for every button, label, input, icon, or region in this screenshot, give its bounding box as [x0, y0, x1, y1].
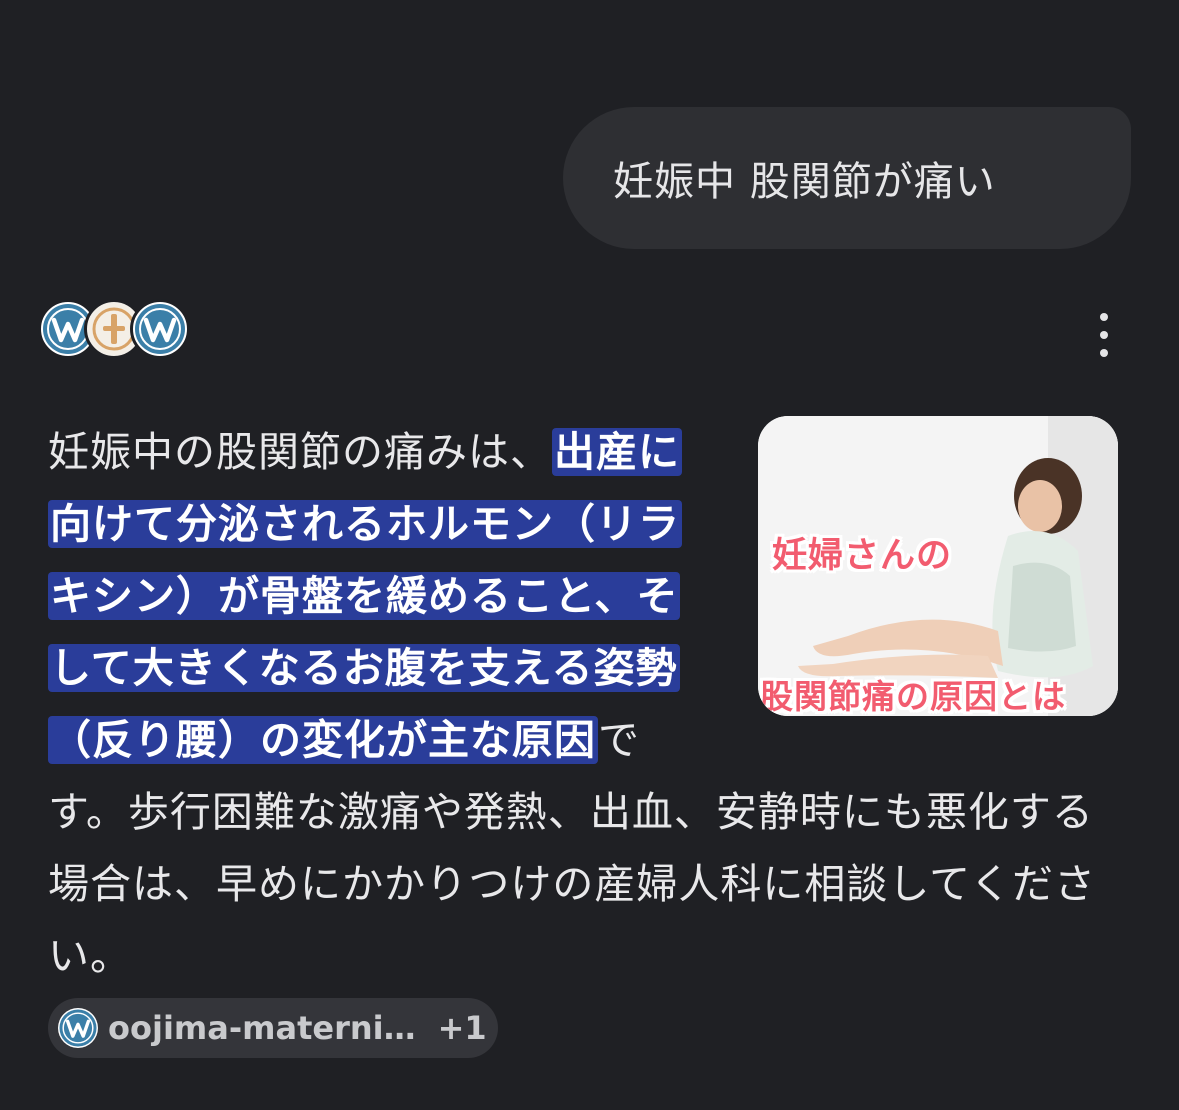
- wordpress-icon[interactable]: [130, 299, 190, 359]
- ai-answer-screen: 妊娠中 股関節が痛い 妊婦さんの 股関節痛の原因とは 妊娠中の股関節の痛みは、出…: [0, 0, 1179, 1110]
- source-favicons[interactable]: [38, 299, 190, 363]
- answer-body: 妊婦さんの 股関節痛の原因とは 妊娠中の股関節の痛みは、出産に向けて分泌されるホ…: [48, 416, 1118, 992]
- kebab-dot: [1100, 313, 1108, 321]
- user-query-bubble: 妊娠中 股関節が痛い: [563, 107, 1131, 249]
- wordpress-icon: [58, 1008, 98, 1048]
- answer-thumbnail[interactable]: 妊婦さんの 股関節痛の原因とは: [758, 416, 1118, 716]
- kebab-dot: [1100, 331, 1108, 339]
- thumbnail-caption-1: 妊婦さんの: [772, 536, 953, 576]
- citation-chip[interactable]: oojima-materni… +1: [48, 998, 498, 1058]
- answer-highlight: 出産に向けて分泌されるホルモン（リラキシン）が骨盤を緩めること、そして大きくなる…: [48, 428, 682, 764]
- citation-count: +1: [437, 1009, 487, 1047]
- kebab-dot: [1100, 349, 1108, 357]
- thumbnail-caption-2: 股関節痛の原因とは: [760, 677, 1066, 716]
- answer-intro: 妊娠中の股関節の痛みは、: [48, 428, 552, 476]
- user-query-text: 妊娠中 股関節が痛い: [613, 159, 996, 205]
- citation-label: oojima-materni…: [108, 1009, 416, 1047]
- more-vert-icon[interactable]: [1088, 313, 1120, 357]
